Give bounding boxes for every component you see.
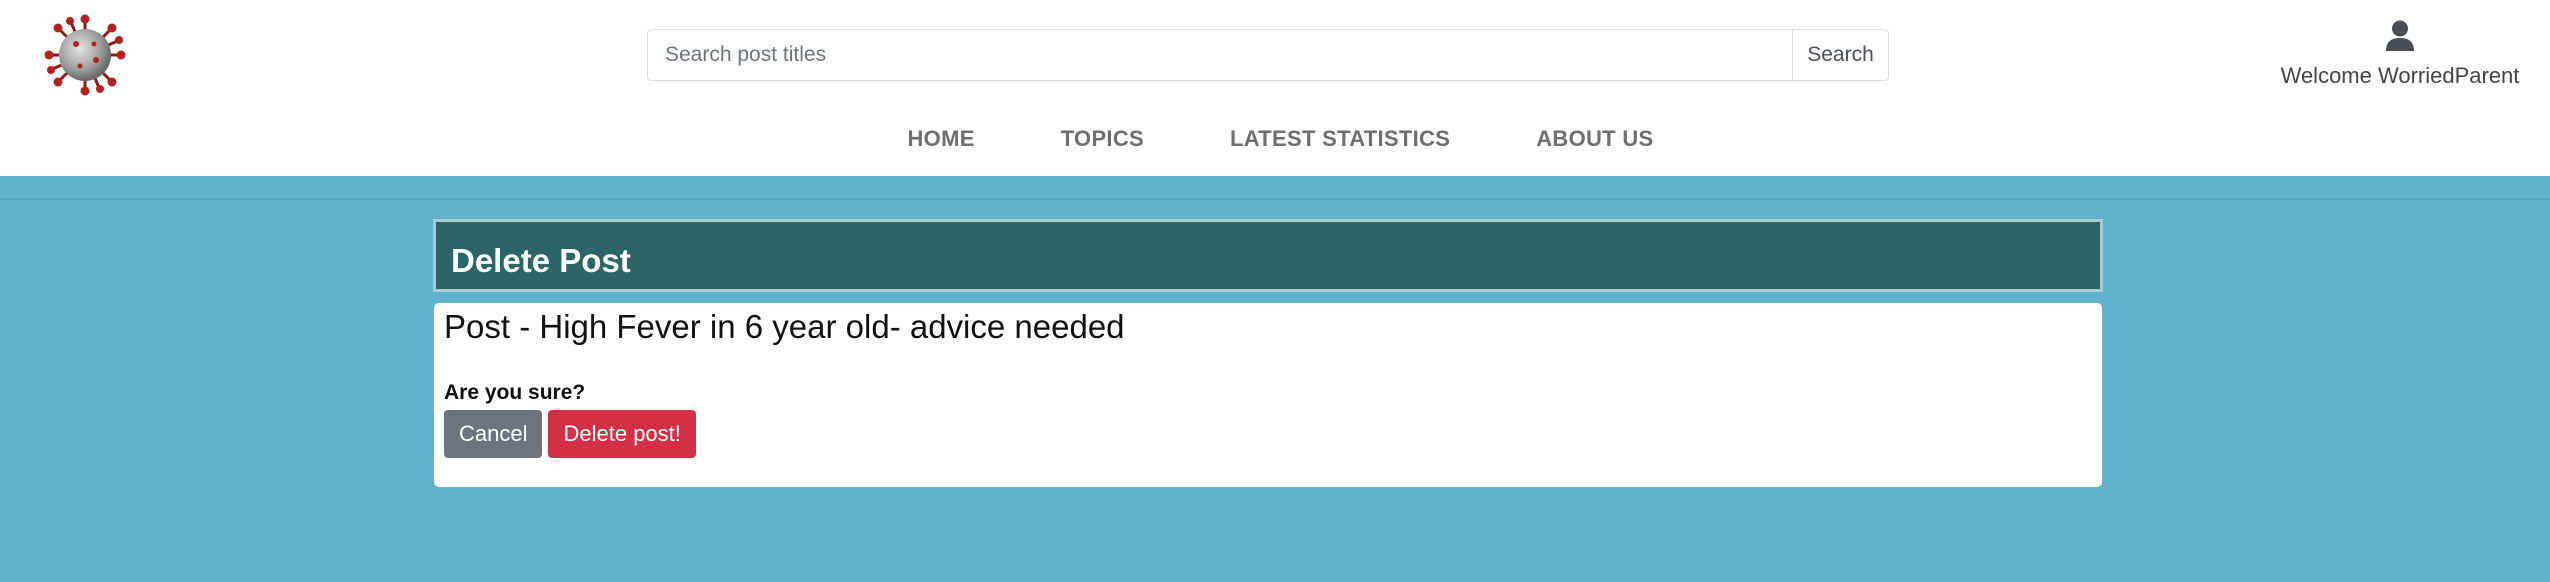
nav-item-latest-statistics[interactable]: LATEST STATISTICS	[1187, 122, 1493, 156]
confirm-label: Are you sure?	[444, 381, 586, 404]
delete-post-button[interactable]: Delete post!	[548, 410, 696, 458]
delete-post-card: Post - High Fever in 6 year old- advice …	[434, 303, 2102, 487]
search-button[interactable]: Search	[1792, 29, 1889, 81]
nav-item-home[interactable]: HOME	[864, 122, 1017, 156]
welcome-text: Welcome WorriedParent	[2280, 63, 2520, 88]
cancel-button[interactable]: Cancel	[444, 410, 543, 458]
post-title: Post - High Fever in 6 year old- advice …	[444, 308, 1125, 345]
main-nav: HOME TOPICS LATEST STATISTICS ABOUT US	[0, 122, 2550, 156]
action-buttons: Cancel Delete post!	[444, 410, 696, 458]
virus-logo[interactable]	[44, 14, 126, 96]
nav-item-about-us[interactable]: ABOUT US	[1493, 122, 1696, 156]
search-input[interactable]	[647, 29, 1792, 81]
delete-post-header: Delete Post	[433, 219, 2103, 292]
site-header: Search Welcome WorriedParent HOME TOPICS…	[0, 0, 2550, 176]
section-divider	[0, 198, 2550, 200]
user-menu[interactable]: Welcome WorriedParent	[2270, 20, 2530, 89]
nav-item-topics[interactable]: TOPICS	[1018, 122, 1187, 156]
user-icon[interactable]	[2385, 20, 2415, 52]
search-form: Search	[647, 29, 1889, 81]
